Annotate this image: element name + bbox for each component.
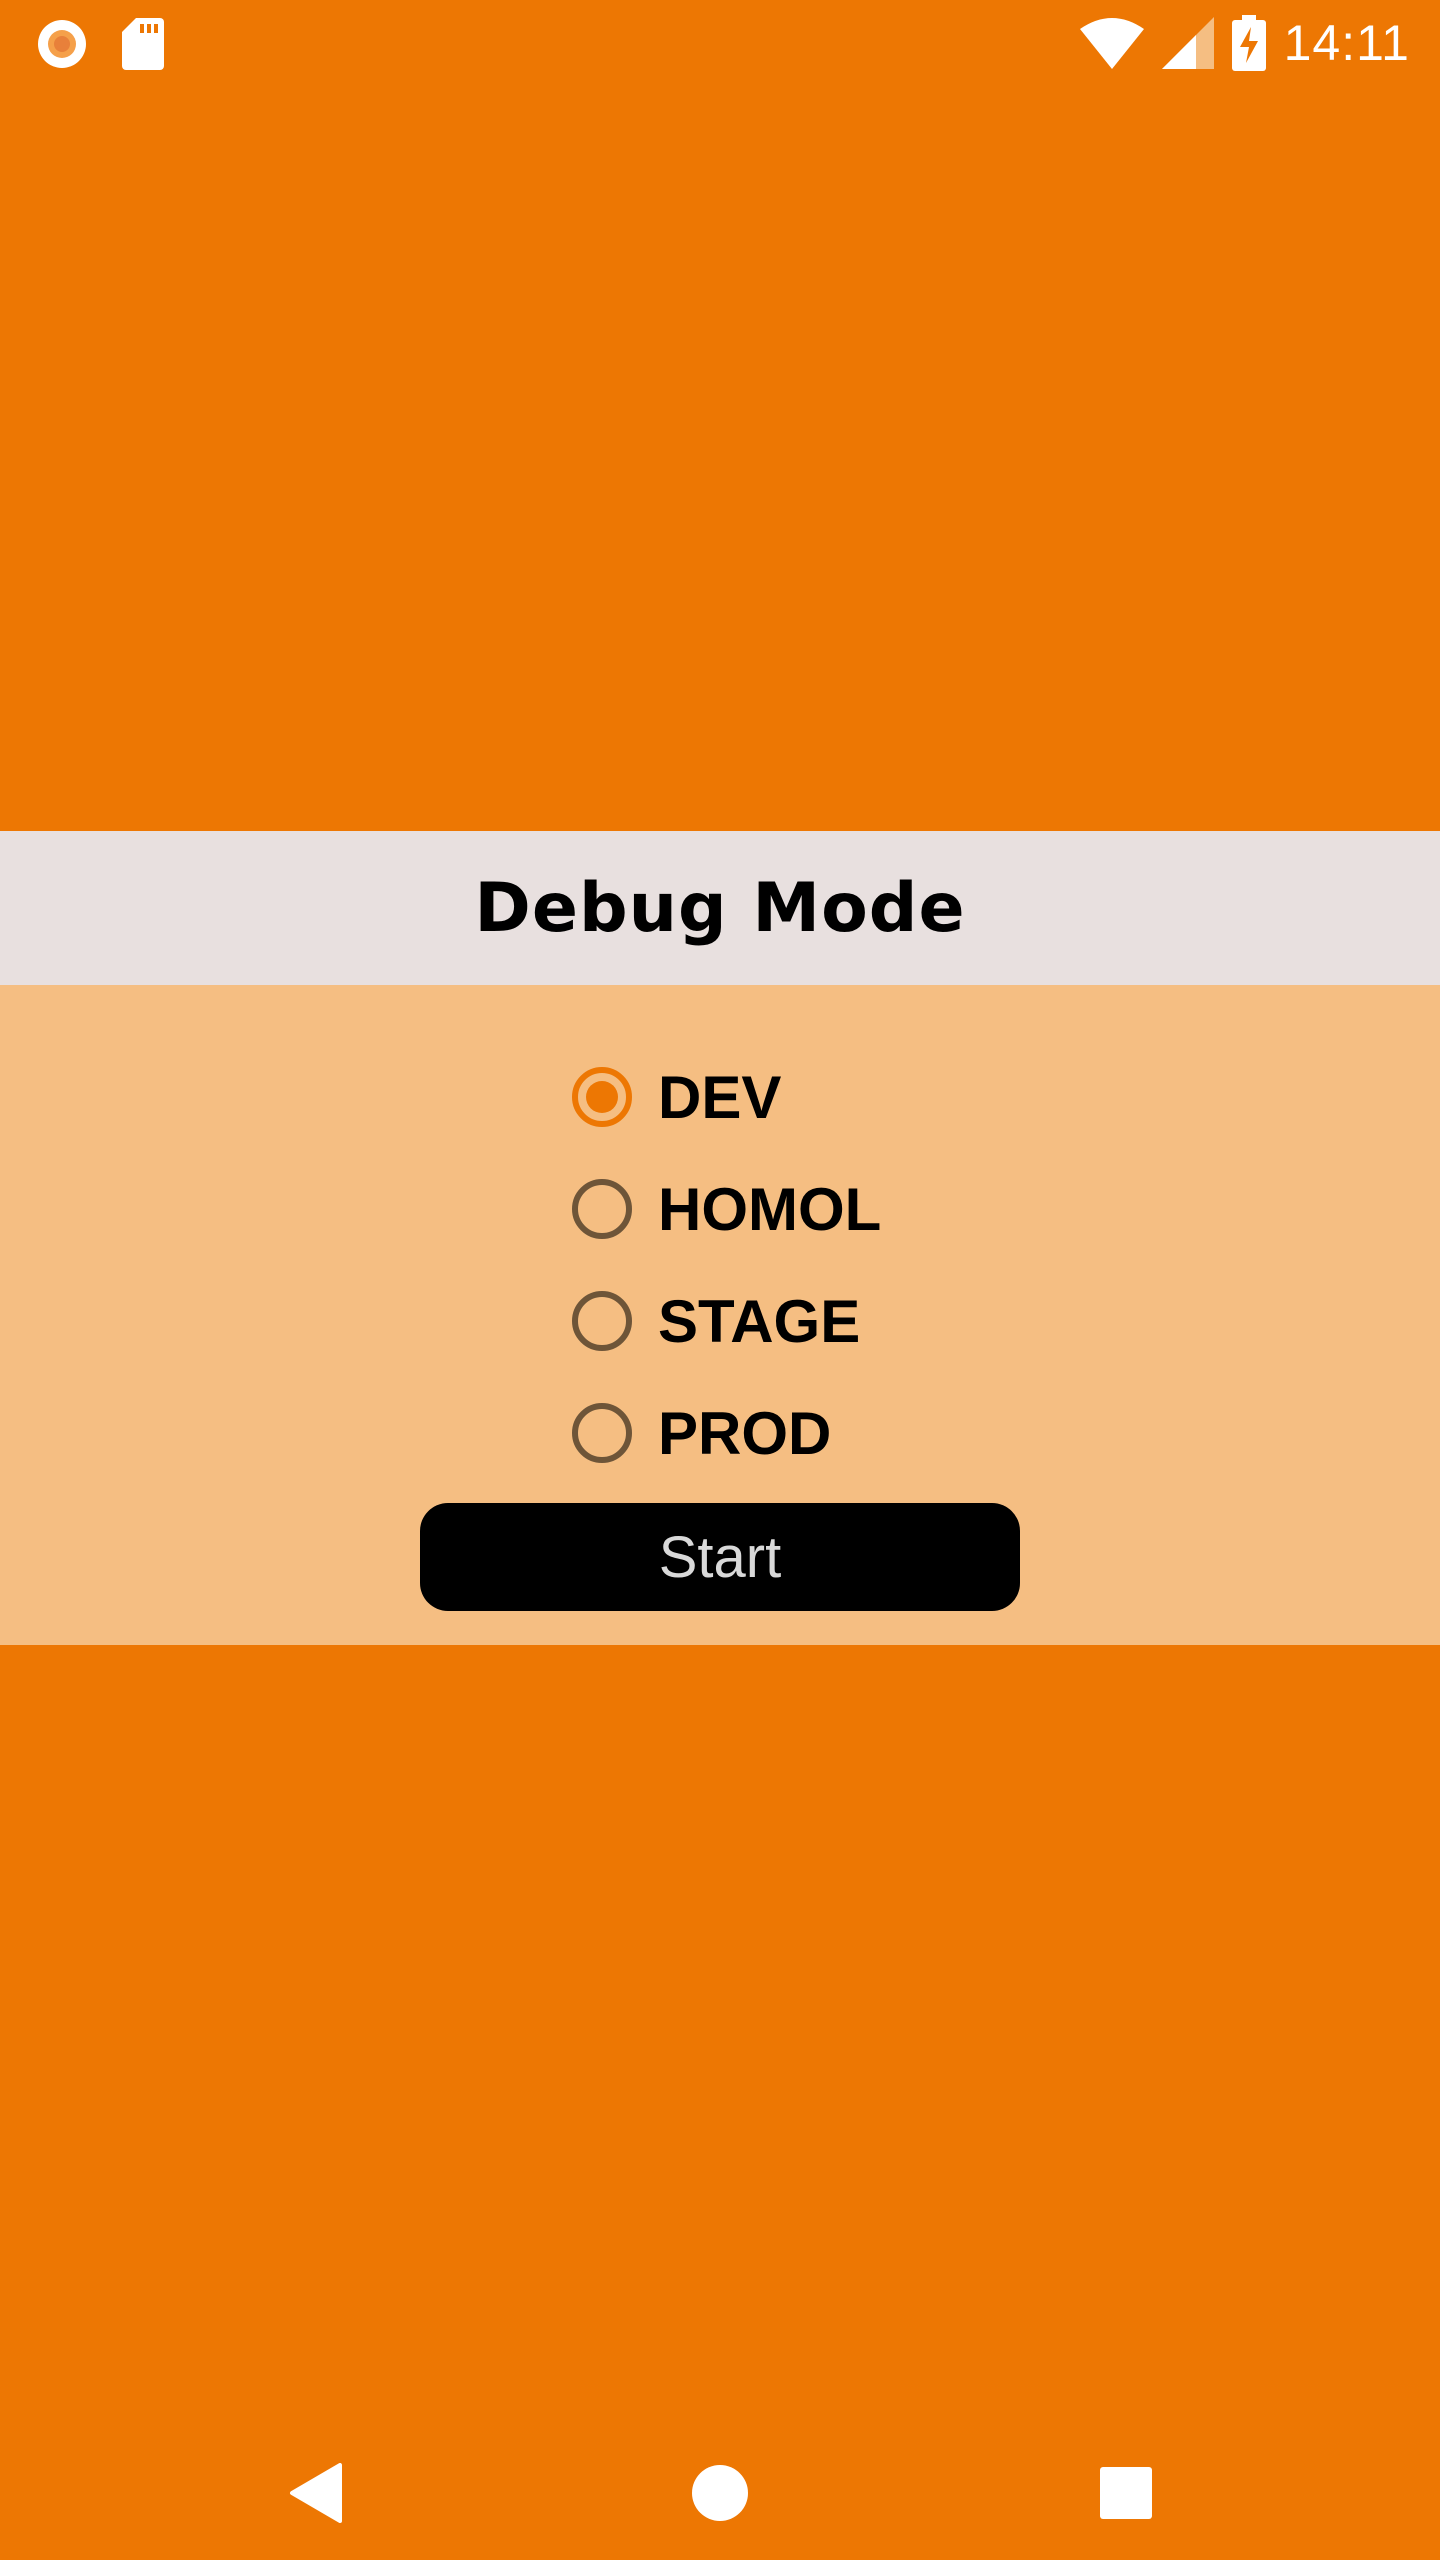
radio-label-homol: HOMOL	[658, 1175, 882, 1243]
radio-button[interactable]	[572, 1179, 632, 1239]
home-icon	[691, 2464, 749, 2526]
wifi-icon	[1079, 17, 1144, 69]
navigation-bar	[0, 2430, 1440, 2560]
environment-radio-group: DEV HOMOL STAGE PROD	[572, 1041, 881, 1489]
radio-option-dev[interactable]: DEV	[572, 1041, 881, 1153]
back-icon	[288, 2463, 344, 2527]
radio-button[interactable]	[572, 1403, 632, 1463]
radio-option-homol[interactable]: HOMOL	[572, 1153, 881, 1265]
radio-option-prod[interactable]: PROD	[572, 1377, 881, 1489]
dialog-title-bar: Debug Mode	[0, 831, 1440, 985]
radio-label-dev: DEV	[658, 1063, 782, 1131]
start-button[interactable]: Start	[420, 1503, 1020, 1611]
radio-label-stage: STAGE	[658, 1287, 861, 1355]
back-button[interactable]	[256, 2430, 376, 2560]
status-bar: 14:11	[0, 0, 1440, 84]
battery-charging-icon	[1231, 15, 1266, 71]
recents-button[interactable]	[1066, 2430, 1186, 2560]
radio-button[interactable]	[572, 1291, 632, 1351]
radio-option-stage[interactable]: STAGE	[572, 1265, 881, 1377]
sd-card-icon	[122, 18, 164, 70]
recents-icon	[1099, 2466, 1153, 2524]
signal-icon	[1161, 17, 1214, 69]
dialog-title: Debug Mode	[474, 868, 966, 948]
radio-button-checked[interactable]	[572, 1067, 632, 1127]
radio-label-prod: PROD	[658, 1399, 832, 1467]
home-button[interactable]	[660, 2430, 780, 2560]
dialog-body: DEV HOMOL STAGE PROD Start	[0, 985, 1440, 1645]
status-clock: 14:11	[1283, 15, 1410, 71]
record-icon	[36, 18, 88, 70]
